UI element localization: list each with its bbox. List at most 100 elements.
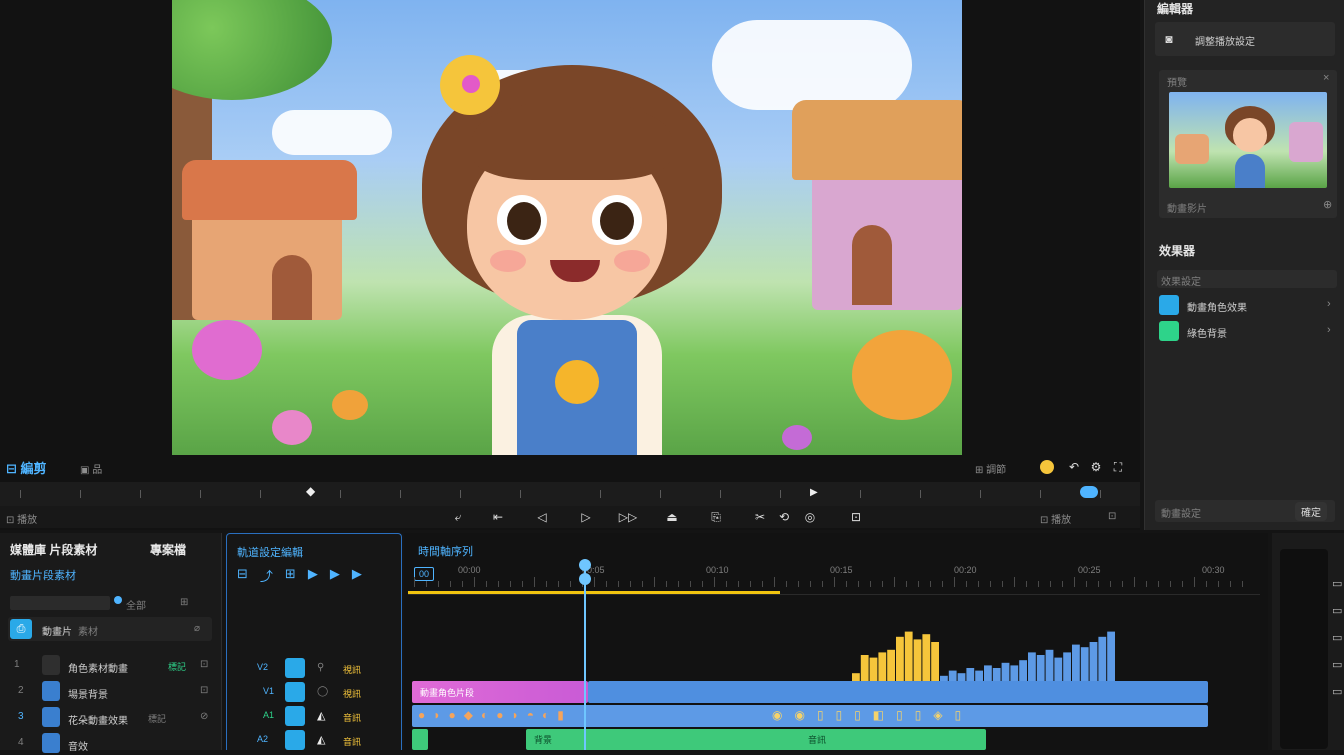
playhead-handle[interactable]: [579, 573, 591, 585]
track-link-icon[interactable]: ⤴: [260, 566, 273, 584]
timeline-clip-pink[interactable]: 動畫角色片段: [412, 681, 588, 703]
undo-icon[interactable]: ↶: [1066, 459, 1082, 475]
timeline-panel: 時間軸序列 00 00:00 00:05 00:10 00:15 00:20 00:25 0…: [404, 533, 1344, 750]
safe-margin-icon[interactable]: ⊡: [848, 509, 864, 525]
camera-icon[interactable]: ◎: [802, 509, 818, 525]
speaker-icon[interactable]: ◭: [317, 709, 325, 722]
viewer-zoom[interactable]: ⊞ 調節: [975, 461, 1006, 476]
timeline-clip-thumbnails[interactable]: ● ◗ ● ◆ ◐ ● ◗ ◓ ◐ ▮ ◉ ◉ ▯ ▯ ▯ ◧ ▯ ▯ ◈ ▯: [412, 705, 1208, 727]
link-icon[interactable]: ⌀: [194, 623, 200, 634]
browser-list-item[interactable]: 2 場景背景 ⊡: [4, 681, 216, 703]
info-icon[interactable]: ⊡: [200, 659, 208, 670]
browser-project[interactable]: 專案檔: [150, 541, 186, 558]
browser-list-item[interactable]: 3 花朵動畫效果 標記 ⊘: [4, 707, 216, 729]
timeline-clip-green-small[interactable]: [412, 729, 428, 750]
emoji-icon[interactable]: [1040, 460, 1054, 474]
track-header-row[interactable]: A1 ◭ 音訊: [257, 706, 397, 728]
waveform-bar: [1036, 655, 1045, 681]
ruler-tick: [642, 581, 643, 587]
item-thumb: [42, 733, 60, 753]
timeline-clip-green[interactable]: 背景 音訊: [526, 729, 986, 750]
track-header-row[interactable]: V2 ⚲ 視訊: [257, 658, 397, 680]
thumb-icon: ▯: [816, 708, 824, 722]
effect-item[interactable]: 綠色背景 ›: [1157, 320, 1337, 342]
track-toggle[interactable]: [285, 658, 305, 678]
mark-in-icon[interactable]: ⤶: [450, 509, 466, 525]
preview-card[interactable]: 預覽 × 動畫影片 ⊕: [1159, 70, 1337, 218]
lock-icon[interactable]: ◯: [317, 686, 328, 697]
track-forward-icon[interactable]: ▶: [308, 566, 318, 584]
ruler-tick: [1182, 581, 1183, 587]
tool-icon[interactable]: ▭: [1332, 631, 1342, 644]
timeline-ruler[interactable]: 00:0000:0500:1000:1500:2000:2500:3000:35: [404, 563, 1344, 589]
fullscreen-icon[interactable]: ⛶: [1110, 459, 1126, 475]
export-frame-icon[interactable]: ⎘: [708, 509, 724, 525]
track-toolbar: ⊟ ⤴ ⊞ ▶ ▶ ▶: [237, 566, 387, 584]
tool-icon[interactable]: ▭: [1332, 577, 1342, 590]
tool-icon[interactable]: ▭: [1332, 685, 1342, 698]
track-id: V1: [263, 686, 275, 696]
track-next-icon[interactable]: ▶: [330, 566, 340, 584]
track-end-icon[interactable]: ▶: [352, 566, 362, 584]
browser-filter-row[interactable]: 全部 ⊞: [10, 595, 210, 612]
effect-color-swatch: [1159, 295, 1179, 315]
ruler-tick: [726, 581, 727, 587]
timeline-clip-blue[interactable]: [588, 681, 1208, 703]
confirm-button[interactable]: 確定: [1295, 502, 1327, 521]
play-marker-icon[interactable]: ▶: [810, 487, 818, 498]
selected-clip-row[interactable]: ⎙ 動畫片 素材 ⌀: [8, 617, 212, 641]
razor-icon[interactable]: ✂: [752, 509, 768, 525]
thumb-icon: ◈: [933, 708, 943, 722]
waveform-bar: [1045, 649, 1054, 681]
speaker-icon[interactable]: ◭: [317, 733, 325, 746]
info-icon[interactable]: ⊘: [200, 711, 208, 722]
ruler-tick: [930, 581, 931, 587]
tool-icon[interactable]: ▭: [1332, 658, 1342, 671]
scrub-marker-icon[interactable]: ◆: [306, 484, 315, 498]
track-toggle[interactable]: [285, 706, 305, 726]
loop-icon[interactable]: ⟲: [776, 509, 792, 525]
thumb-house: [1175, 134, 1209, 164]
waveform-bar: [1010, 665, 1019, 681]
video-preview[interactable]: [172, 0, 962, 455]
scrub-ruler[interactable]: ◆ ▶: [0, 482, 1140, 506]
effects-subtitle: 效果設定: [1161, 277, 1201, 288]
tool-icon[interactable]: ▭: [1332, 604, 1342, 617]
browser-list-item[interactable]: 4 音效: [4, 733, 216, 755]
grid-icon[interactable]: ⊞: [180, 597, 188, 608]
next-frame-icon[interactable]: ▷▷: [619, 509, 637, 525]
track-save-icon[interactable]: ⊞: [285, 566, 296, 584]
viewer-bottom-bar: ⊟ 編剪 ▣ 品 ⊞ 調節 ↶ ⚙ ⛶: [0, 455, 1140, 479]
effects-subtitle-row[interactable]: 效果設定: [1157, 270, 1337, 288]
track-header-row[interactable]: V1 ◯ 視訊: [257, 682, 397, 704]
track-label: 音訊: [343, 713, 362, 723]
play-button-icon[interactable]: ▷: [578, 509, 594, 525]
expand-icon[interactable]: ⊕: [1323, 198, 1332, 211]
ruler-tick: [846, 581, 847, 587]
transport-end[interactable]: ⊡: [1108, 511, 1116, 522]
filter-field[interactable]: [10, 596, 110, 610]
settings-icon[interactable]: ⚙: [1088, 459, 1104, 475]
inspector-search-row[interactable]: ◙ 調整播放設定: [1155, 22, 1335, 56]
track-add-icon[interactable]: ⊟: [237, 566, 248, 584]
prev-frame-icon[interactable]: ◁: [534, 509, 550, 525]
step-back-icon[interactable]: ⇤: [490, 509, 506, 525]
clip-thumb-strip: ● ◗ ● ◆ ◐ ● ◗ ◓ ◐ ▮: [418, 708, 564, 722]
track-header-row[interactable]: A2 ◭ 音訊: [233, 730, 397, 752]
item-label: 音效: [68, 742, 88, 753]
flower: [272, 410, 312, 445]
playhead-handle[interactable]: [579, 559, 591, 571]
playhead-line[interactable]: [584, 563, 586, 750]
info-icon[interactable]: ⊡: [200, 685, 208, 696]
browser-subtitle: 動畫片段素材: [10, 570, 76, 582]
lift-icon[interactable]: ⏏: [664, 509, 680, 525]
track-toggle[interactable]: [285, 682, 305, 702]
track-toggle[interactable]: [285, 730, 305, 750]
zoom-toggle[interactable]: [1080, 486, 1098, 498]
close-icon[interactable]: ×: [1323, 72, 1329, 84]
effect-item[interactable]: 動畫角色效果 ›: [1157, 294, 1337, 316]
browser-list-item[interactable]: 1 角色素材動畫 標記 ⊡: [4, 655, 216, 677]
flower: [852, 330, 952, 420]
eye-icon[interactable]: ⚲: [317, 662, 324, 673]
ruler-tick: [834, 577, 835, 587]
